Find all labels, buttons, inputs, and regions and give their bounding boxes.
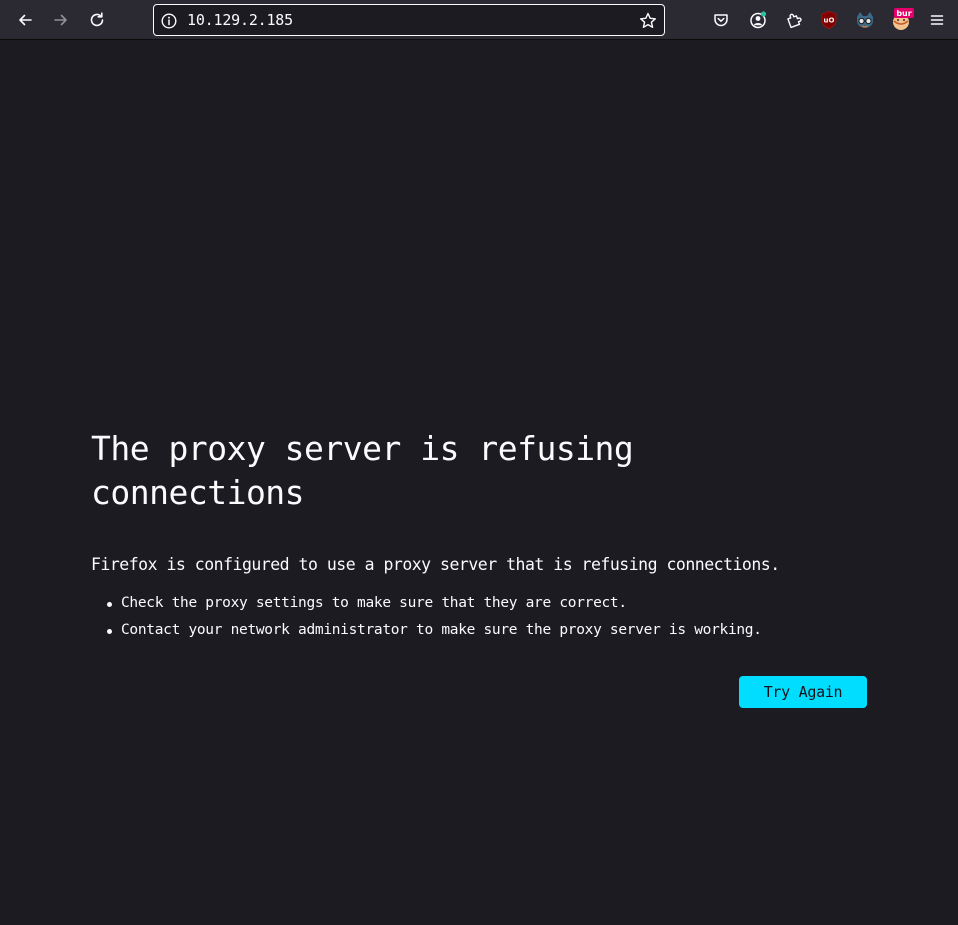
suggestion-item: Contact your network administrator to ma… (104, 617, 762, 644)
back-button[interactable] (11, 6, 39, 34)
arrow-left-icon (19, 14, 32, 26)
suggestion-list: Check the proxy settings to make sure th… (104, 590, 762, 644)
reload-icon (90, 12, 104, 27)
reload-button[interactable] (83, 6, 111, 34)
info-icon[interactable] (160, 12, 178, 30)
foxyproxy-button[interactable] (851, 6, 879, 34)
account-button[interactable] (744, 6, 772, 34)
ublock-origin-icon: uO (821, 11, 837, 29)
suggestion-text: Contact your network administrator to ma… (121, 622, 762, 638)
foxyproxy-icon (857, 12, 873, 28)
browser-toolbar: 10.129.2.185 uO bur (0, 0, 958, 40)
suggestion-text: Check the proxy settings to make sure th… (121, 595, 627, 611)
star-icon[interactable] (638, 11, 658, 31)
forward-button[interactable] (47, 6, 75, 34)
pocket-button[interactable] (707, 6, 735, 34)
menu-button[interactable] (923, 6, 951, 34)
error-title-line2: connections (91, 473, 305, 512)
bullet-icon (107, 629, 112, 634)
suggestion-item: Check the proxy settings to make sure th… (104, 590, 762, 617)
puzzle-icon (787, 13, 802, 29)
ublock-origin-button[interactable]: uO (815, 6, 843, 34)
arrow-right-icon (54, 14, 67, 26)
extensions-button[interactable] (780, 6, 808, 34)
burp-button[interactable]: bur (887, 6, 915, 34)
pocket-icon (714, 14, 728, 27)
error-title-line1: The proxy server is refusing (91, 429, 634, 468)
try-again-button[interactable]: Try Again (739, 676, 867, 708)
burp-label: bur (896, 9, 911, 18)
hamburger-menu-icon (930, 15, 944, 25)
burp-icon: bur (893, 8, 914, 30)
account-icon (750, 11, 767, 29)
url-bar[interactable]: 10.129.2.185 (153, 4, 665, 36)
url-text[interactable]: 10.129.2.185 (187, 11, 293, 29)
bullet-icon (107, 602, 112, 607)
error-title: The proxy server is refusing connections (91, 427, 791, 515)
error-description: Firefox is configured to use a proxy ser… (91, 555, 780, 574)
ublock-origin-label: uO (824, 17, 835, 25)
